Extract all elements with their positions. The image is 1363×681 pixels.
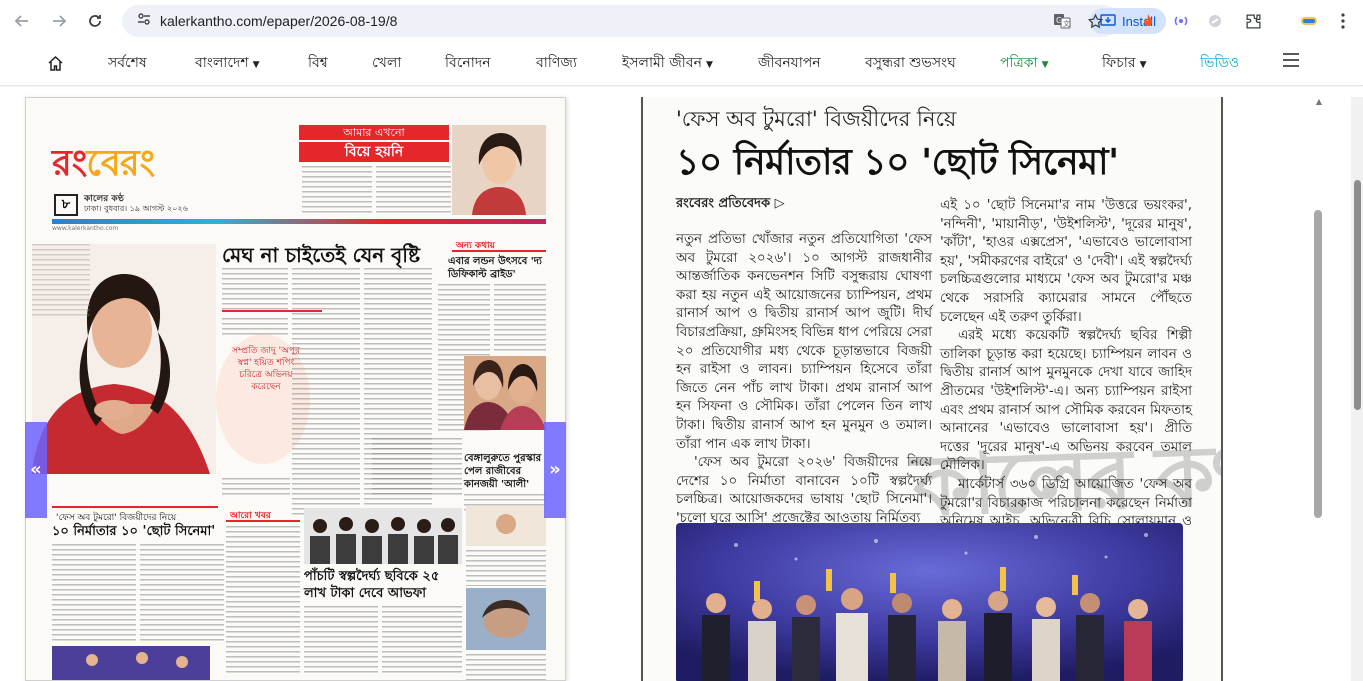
red-rule [226,520,300,522]
url-text: kalerkantho.com/epaper/2026-08-19/8 [160,13,398,29]
article-column-1: নতুন প্রতিভা খোঁজার নতুন প্রতিযোগিতা 'ফে… [676,232,932,526]
text-block [382,606,462,676]
side-story-headline: এবার লন্ডন উৎসবে 'দ্য ডিফিকাল্ট ব্রাইড' [448,256,542,280]
portrait-photo [466,506,546,546]
chevron-down-icon: ▼ [705,60,713,70]
chevron-down-icon: ▼ [252,60,260,70]
article-column-2: এই ১০ 'ছোট সিনেমা'র নাম 'উত্তরে ভয়ংকর',… [940,198,1192,548]
feature-tag-line2: বিয়ে হয়নি [299,142,449,162]
nav-item-latest[interactable]: সর্বশেষ [108,42,147,84]
nav-item-newspaper[interactable]: পত্রিকা ▼ [1000,42,1049,84]
text-block [52,544,136,644]
article-byline: রংবেরং প্রতিবেদক ▷ [676,196,785,211]
site-info-icon[interactable] [128,12,160,30]
page-number: ৮ [54,194,78,216]
text-block [226,526,300,676]
section-logo: রংবেরং [52,142,155,184]
text-block [302,166,372,216]
article-zoom-view: 'ফেস অব টুমরো' বিজয়ীদের নিয়ে ১০ নির্মা… [641,97,1223,681]
article-headline: ১০ নির্মাতার ১০ 'ছোট সিনেমা' [676,142,1119,183]
address-bar[interactable]: kalerkantho.com/epaper/2026-08-19/8 Inst… [122,5,1166,37]
bottom-story-photo [52,646,210,680]
bookmark-star-icon[interactable] [1083,9,1107,33]
page-scrollbar-thumb[interactable] [1354,180,1361,410]
scroll-up-icon[interactable]: ▲ [1313,97,1325,109]
nav-item-lifestyle[interactable]: জীবনযাপন [758,42,821,84]
svg-text:文: 文 [1063,19,1070,28]
article-kicker: 'ফেস অব টুমরো' বিজয়ীদের নিয়ে [676,107,957,131]
nav-item-shuvosangho[interactable]: বসুন্ধরা শুভসংঘ [865,42,956,84]
bottom-story-headline: ১০ নির্মাতার ১০ 'ছোট সিনেমা' [52,524,216,539]
next-page-button[interactable]: » [544,422,566,518]
article-scrollbar-thumb[interactable] [1314,210,1322,518]
nav-item-entertainment[interactable]: বিনোদন [445,42,491,84]
text-block [466,654,546,680]
text-block [222,318,288,336]
feature-tag-line1: আমার এখনো [299,125,449,140]
text-block [466,550,546,586]
side-story-photo [464,356,546,430]
text-block [292,268,360,518]
nav-item-video[interactable]: ভিডিও [1200,42,1239,84]
nav-item-bangladesh[interactable]: বাংলাদেশ ▼ [195,42,260,84]
nav-item-world[interactable]: বিশ্ব [308,42,328,84]
chevron-down-icon: ▼ [1139,60,1147,70]
story-headline: বেঙ্গালুরুতে পুরস্কার পেল রাজীবের কানজয়… [464,453,542,490]
more-news-headline: পাঁচটি স্বল্পদৈর্ঘ্য ছবিকে ২৫ লাখ টাকা দ… [304,569,440,601]
red-rule [452,250,546,252]
extensions-puzzle-icon[interactable] [1240,8,1266,34]
nav-item-business[interactable]: বাণিজ্য [536,42,577,84]
red-rule [52,506,218,508]
actress-photo [452,125,546,215]
hamburger-menu-icon[interactable] [1282,42,1300,84]
text-block [304,606,378,676]
browser-toolbar: kalerkantho.com/epaper/2026-08-19/8 Inst… [0,0,1363,42]
text-block [372,438,462,498]
forward-icon[interactable] [41,3,77,39]
text-block [140,544,224,644]
text-block [32,244,90,316]
vpn-extension-icon[interactable] [1202,8,1228,34]
filmmakers-photo [304,508,462,564]
menu-kebab-icon[interactable] [1330,8,1356,34]
nav-item-sports[interactable]: খেলা [372,42,401,84]
nav-item-islamic-life[interactable]: ইসলামী জীবন ▼ [622,42,713,84]
broadcast-extension-icon[interactable] [1168,8,1194,34]
profile-avatar-icon[interactable] [1296,8,1322,34]
translate-icon[interactable]: G文 [1050,9,1074,33]
fire-extension-icon[interactable] [1135,8,1161,34]
text-block [222,268,288,310]
masthead-url: www.kalerkantho.com [52,225,119,232]
actor-photo [466,588,546,650]
masthead-stripe [52,219,546,224]
back-icon[interactable] [4,3,40,39]
reload-icon[interactable] [77,3,113,39]
home-icon[interactable] [47,42,64,84]
epaper-page-thumbnail[interactable]: রংবেরং ৮ কালের কণ্ঠ ঢাকা। বুধবার। ১৯ আগস… [25,97,566,681]
text-block [494,284,546,352]
site-navigation: সর্বশেষ বাংলাদেশ ▼ বিশ্ব খেলা বিনোদন বাণি… [0,42,1363,86]
previous-page-button[interactable]: « [25,422,47,518]
text-block [376,166,451,216]
nav-item-feature[interactable]: ফিচার ▼ [1102,42,1146,84]
winners-stage-photo [676,523,1183,681]
text-block [222,478,290,498]
masthead-meta: কালের কণ্ঠ ঢাকা। বুধবার। ১৯ আগস্ট ২০২৬ [84,194,188,213]
chevron-down-icon: ▼ [1041,60,1049,70]
